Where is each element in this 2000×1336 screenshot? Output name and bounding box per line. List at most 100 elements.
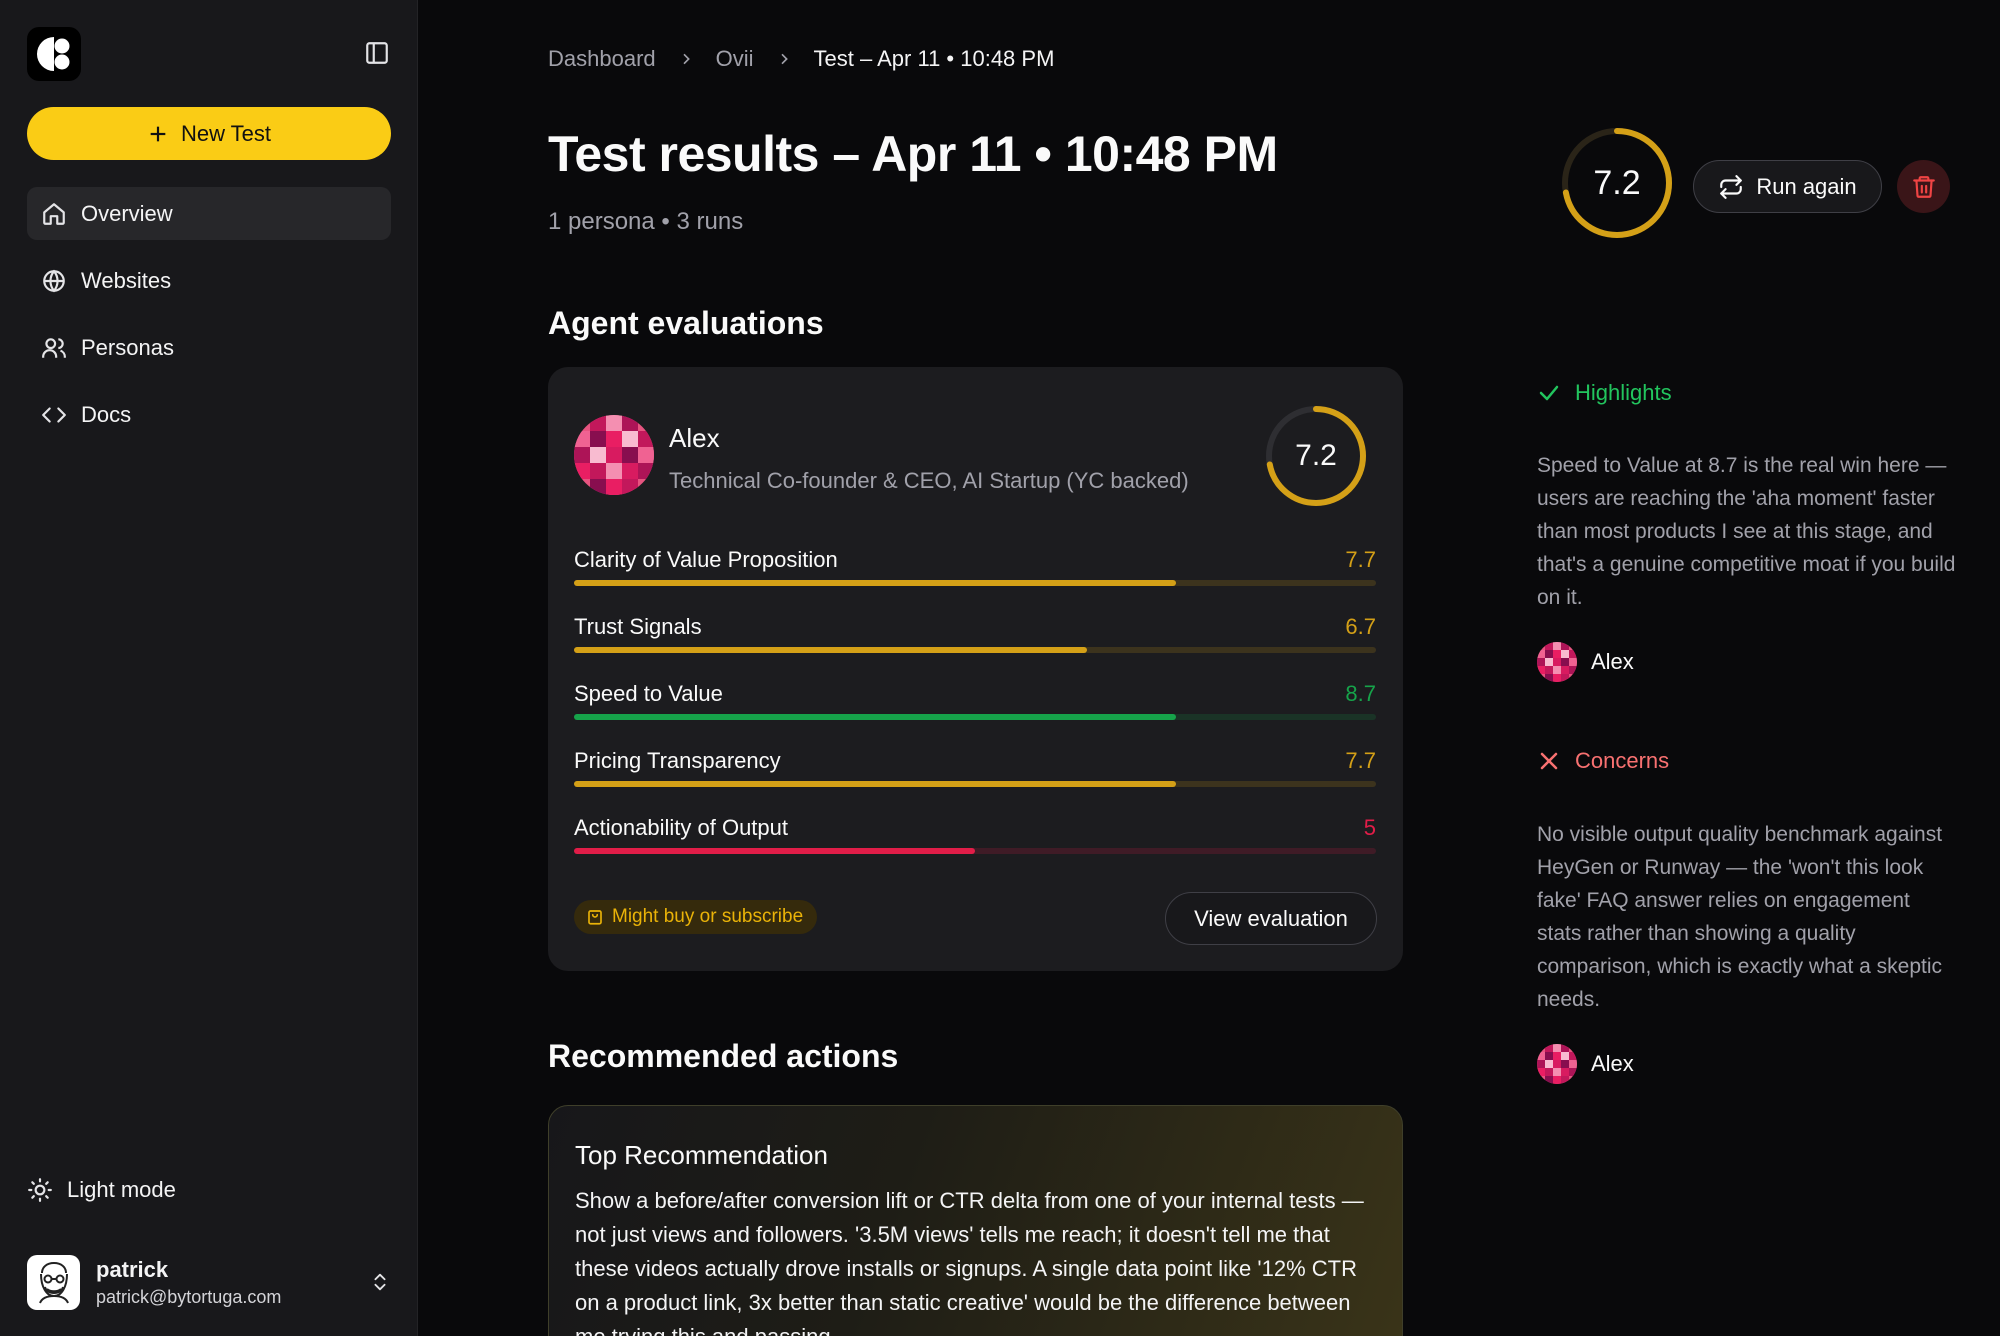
sidebar-nav: Overview Websites Personas Docs: [27, 187, 391, 455]
highlights-title: Highlights: [1575, 380, 1672, 405]
new-test-label: New Test: [180, 120, 272, 146]
author-name: Alex: [1591, 649, 1634, 674]
chevron-right-icon: [780, 53, 788, 65]
sidebar-item-websites[interactable]: Websites: [27, 254, 391, 307]
metric-label: Clarity of Value Proposition: [574, 547, 838, 572]
highlights-header: Highlights: [1537, 380, 1672, 406]
run-again-label: Run again: [1756, 173, 1857, 199]
metric-bar-track: [574, 848, 1376, 854]
metric-bar-track: [574, 781, 1376, 787]
metric-row: Pricing Transparency 7.7: [574, 748, 1376, 815]
purchase-intent-label: Might buy or subscribe: [612, 906, 804, 927]
persona-score-value: 7.2: [1295, 439, 1337, 472]
users-icon: [42, 337, 66, 358]
sun-icon: [28, 1178, 52, 1202]
metric-value: 8.7: [1345, 681, 1376, 706]
breadcrumb-dashboard[interactable]: Dashboard: [548, 46, 656, 72]
metric-value: 5: [1363, 815, 1376, 840]
metric-value: 6.7: [1345, 614, 1376, 639]
repeat-icon: [1720, 174, 1743, 199]
run-again-button[interactable]: Run again: [1693, 160, 1882, 213]
persona-role: Technical Co-founder & CEO, AI Startup (…: [669, 468, 1189, 493]
metric-label: Pricing Transparency: [574, 748, 781, 773]
user-email: patrick@bytortuga.com: [96, 1286, 282, 1307]
metric-bar-fill: [574, 580, 1176, 586]
agent-evaluations-title: Agent evaluations: [548, 305, 824, 341]
metric-row: Actionability of Output 5: [574, 815, 1376, 882]
concerns-author: Alex: [1537, 1044, 1634, 1084]
sidebar: New Test Overview Websites Personas Docs: [0, 0, 418, 1336]
x-icon: [1540, 752, 1558, 770]
shopping-bag-icon: [588, 910, 602, 925]
sidebar-item-label: Docs: [81, 401, 132, 427]
metric-bar-fill: [574, 848, 975, 854]
app-logo[interactable]: [27, 27, 81, 81]
persona-score-ring: 7.2: [1264, 404, 1368, 508]
sidebar-item-overview[interactable]: Overview: [27, 187, 391, 240]
user-avatar: [27, 1254, 80, 1310]
user-name: patrick: [96, 1256, 169, 1282]
purchase-intent-badge: Might buy or subscribe: [574, 900, 818, 934]
chevron-right-icon: [683, 53, 690, 65]
concerns-text: No visible output quality benchmark agai…: [1537, 823, 1943, 1011]
plus-icon: [150, 126, 166, 141]
overall-score-value: 7.2: [1593, 163, 1641, 202]
page-title: Test results – Apr 11 • 10:48 PM: [548, 126, 1278, 182]
light-mode-label: Light mode: [67, 1177, 176, 1202]
metric-list: Clarity of Value Proposition 7.7 Trust S…: [574, 547, 1376, 882]
light-mode-toggle[interactable]: Light mode: [27, 1170, 176, 1210]
highlights-author: Alex: [1537, 642, 1634, 682]
sidebar-item-label: Overview: [81, 200, 173, 226]
chevrons-up-down-icon: [374, 1273, 386, 1291]
sidebar-item-label: Personas: [81, 334, 174, 360]
persona-avatar: [574, 415, 654, 495]
logo-icon: [36, 37, 70, 71]
breadcrumb-website[interactable]: Ovii: [716, 46, 754, 72]
pixel-avatar-icon: [1537, 1044, 1577, 1084]
view-evaluation-button[interactable]: View evaluation: [1165, 892, 1377, 945]
metric-bar-fill: [574, 714, 1176, 720]
metric-bar-fill: [574, 781, 1176, 787]
sidebar-item-docs[interactable]: Docs: [27, 388, 391, 441]
user-avatar-icon: [38, 1261, 69, 1304]
persona-evaluation-card: Alex Technical Co-founder & CEO, AI Star…: [548, 367, 1403, 971]
user-menu[interactable]: patrick patrick@bytortuga.com: [27, 1252, 391, 1312]
breadcrumb: Dashboard Ovii Test – Apr 11 • 10:48 PM: [548, 44, 1054, 74]
sidebar-toggle-button[interactable]: [362, 38, 392, 68]
concerns-title: Concerns: [1575, 748, 1670, 773]
recommended-actions-title: Recommended actions: [548, 1038, 899, 1074]
metric-value: 7.7: [1345, 748, 1376, 773]
trash-icon: [1912, 175, 1935, 198]
delete-button[interactable]: [1897, 160, 1950, 213]
metric-row: Clarity of Value Proposition 7.7: [574, 547, 1376, 614]
author-avatar: [1537, 642, 1577, 682]
metric-row: Trust Signals 6.7: [574, 614, 1376, 681]
highlights-text: Speed to Value at 8.7 is the real win he…: [1537, 454, 1956, 609]
metric-row: Speed to Value 8.7: [574, 681, 1376, 748]
pixel-avatar-icon: [574, 415, 654, 495]
new-test-button[interactable]: New Test: [27, 107, 391, 160]
sidebar-item-personas[interactable]: Personas: [27, 321, 391, 374]
page-subtitle: 1 persona • 3 runs: [548, 208, 744, 235]
home-icon: [43, 202, 65, 225]
recommendation-body: Show a before/after conversion lift or C…: [575, 1188, 1364, 1336]
metric-bar-track: [574, 714, 1376, 720]
metric-bar-track: [574, 580, 1376, 586]
metric-bar-fill: [574, 647, 1088, 653]
author-name: Alex: [1591, 1051, 1634, 1076]
metric-label: Trust Signals: [574, 614, 702, 639]
sidebar-item-label: Websites: [81, 267, 172, 293]
globe-icon: [43, 269, 65, 292]
code-icon: [42, 406, 66, 423]
metric-bar-track: [574, 647, 1376, 653]
pixel-avatar-icon: [1537, 642, 1577, 682]
breadcrumb-current: Test – Apr 11 • 10:48 PM: [813, 46, 1055, 71]
metric-label: Actionability of Output: [574, 815, 789, 840]
metric-value: 7.7: [1345, 547, 1376, 572]
panel-left-icon: [366, 42, 388, 64]
persona-name: Alex: [669, 423, 720, 453]
overall-score-ring: 7.2: [1560, 126, 1674, 240]
author-avatar: [1537, 1044, 1577, 1084]
top-recommendation-card: Top Recommendation Show a before/after c…: [548, 1105, 1403, 1336]
concerns-header: Concerns: [1537, 748, 1669, 774]
